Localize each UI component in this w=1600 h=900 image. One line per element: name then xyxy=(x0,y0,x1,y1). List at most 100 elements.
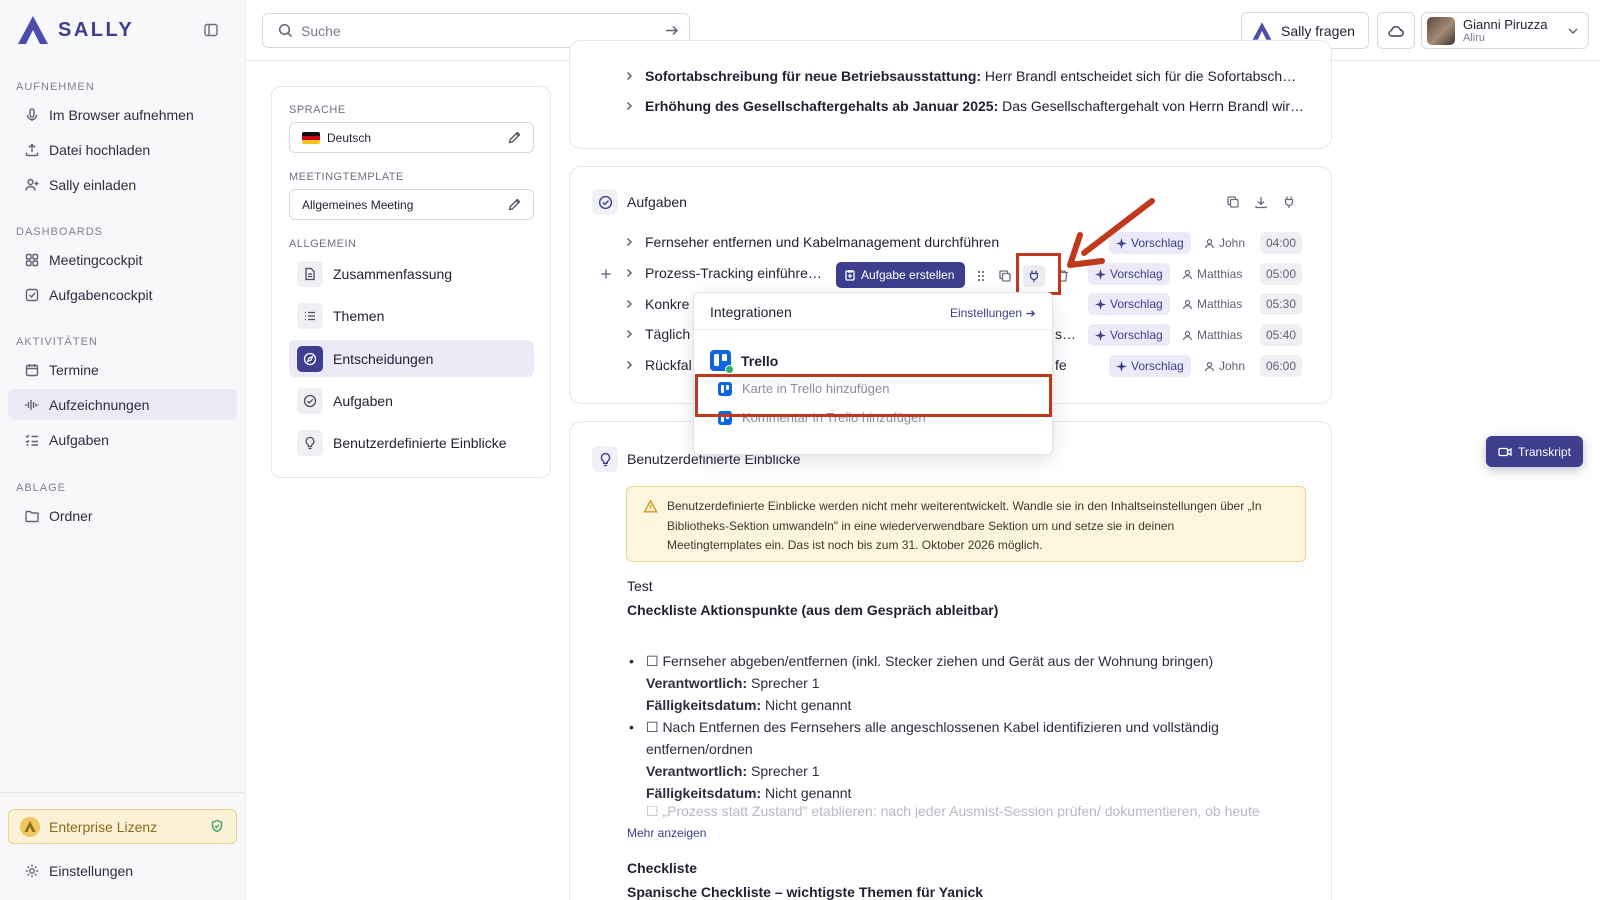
shield-check-icon xyxy=(210,819,224,833)
sidebar-item-label: Sally einladen xyxy=(49,176,137,193)
task-row[interactable]: Prozess-Tracking einführe… xyxy=(623,265,822,281)
sidebar-collapse-icon[interactable] xyxy=(203,22,219,38)
chevron-right-icon xyxy=(623,298,635,310)
template-value: Allgemeines Meeting xyxy=(302,197,414,212)
task-owner: John xyxy=(1204,232,1245,254)
section-item-zusammenfassung[interactable]: Zusammenfassung xyxy=(289,255,534,292)
create-task-button[interactable]: Aufgabe erstellen xyxy=(836,262,965,288)
video-camera-icon xyxy=(1498,446,1512,458)
task-owner: John xyxy=(1204,355,1245,377)
bullet: • xyxy=(629,653,634,669)
sally-logo-icon xyxy=(16,14,50,46)
task-text: Konkre xyxy=(645,296,690,312)
task-row[interactable]: Konkre xyxy=(623,296,689,312)
tasks-toolbar xyxy=(1226,195,1296,209)
chevron-right-icon xyxy=(623,267,635,279)
arrow-right-icon xyxy=(1025,308,1036,319)
annotation-arrow-icon xyxy=(1067,198,1155,268)
sally-logo[interactable]: SALLY xyxy=(16,14,134,46)
checklist-item-text: ☐ Fernseher abgeben/entfernen (inkl. Ste… xyxy=(646,653,1214,669)
transcript-button[interactable]: Transkript xyxy=(1486,436,1583,467)
sidebar-item-ordner[interactable]: Ordner xyxy=(8,500,237,531)
sidebar-item-aufgaben[interactable]: Aufgaben xyxy=(8,424,237,455)
sidebar-item-termine[interactable]: Termine xyxy=(8,354,237,385)
user-info: Gianni Piruzza Aliru xyxy=(1463,17,1548,45)
sidebar-item-browser-recording[interactable]: Im Browser aufnehmen xyxy=(8,99,237,130)
task-row[interactable]: Fernseher entfernen und Kabelmanagement … xyxy=(623,234,999,250)
search-placeholder: Suche xyxy=(301,22,341,39)
gear-icon xyxy=(24,863,40,879)
integrations-settings-label: Einstellungen xyxy=(949,306,1022,320)
sidebar-item-label: Aufgabencockpit xyxy=(49,286,153,303)
sidebar-item-label: Datei hochladen xyxy=(49,141,151,158)
integrations-settings-link[interactable]: Einstellungen xyxy=(950,306,1036,320)
task-text-tail: fe xyxy=(1055,357,1067,373)
check-circle-icon xyxy=(297,387,323,414)
task-row[interactable]: Täglich xyxy=(623,326,690,342)
chevron-right-icon xyxy=(623,236,635,248)
sidebar-item-label: Termine xyxy=(49,361,99,378)
user-menu[interactable]: Gianni Piruzza Aliru xyxy=(1421,12,1589,49)
warning-icon xyxy=(643,499,658,514)
license-badge[interactable]: Enterprise Lizenz xyxy=(8,809,237,844)
plug-icon[interactable] xyxy=(1023,265,1045,287)
sidebar-item-meetingcockpit[interactable]: Meetingcockpit xyxy=(8,244,237,275)
download-icon[interactable] xyxy=(1254,195,1268,209)
checklist-item-text: ☐ Nach Entfernen des Fernsehers alle ang… xyxy=(646,719,1219,735)
license-label: Enterprise Lizenz xyxy=(49,818,158,835)
due-value: Nicht genannt xyxy=(761,785,852,801)
sidebar-item-upload[interactable]: Datei hochladen xyxy=(8,134,237,165)
task-time: 04:00 xyxy=(1260,232,1302,254)
pencil-icon[interactable] xyxy=(507,197,522,212)
section-item-label: Themen xyxy=(333,307,385,324)
add-trello-comment-option[interactable]: Kommentar in Trello hinzufügen xyxy=(718,410,926,425)
user-icon xyxy=(1182,330,1193,341)
task-text-tail: s… xyxy=(1055,326,1076,342)
upload-icon xyxy=(24,142,40,158)
sally-logo-icon xyxy=(1251,21,1273,41)
section-item-themen[interactable]: Themen xyxy=(289,297,534,334)
task-owner-name: John xyxy=(1219,359,1246,373)
section-item-einblicke[interactable]: Benutzerdefinierte Einblicke xyxy=(289,424,534,461)
sidebar-item-invite[interactable]: Sally einladen xyxy=(8,169,237,200)
suggestion-tag: Vorschlag xyxy=(1088,293,1170,315)
decision-title: Sofortabschreibung für neue Betriebsauss… xyxy=(645,68,982,84)
section-title-aufnehmen: AUFNEHMEN xyxy=(16,81,95,93)
decision-row[interactable]: Sofortabschreibung für neue Betriebsauss… xyxy=(623,68,1296,84)
show-more-link[interactable]: Mehr anzeigen xyxy=(627,826,706,840)
lightbulb-icon xyxy=(592,446,618,472)
task-owner-name: Matthias xyxy=(1197,267,1243,281)
user-icon xyxy=(1182,269,1193,280)
plug-icon[interactable] xyxy=(1282,195,1296,209)
plus-icon[interactable] xyxy=(600,268,612,280)
chevron-right-icon xyxy=(623,328,635,340)
copy-icon[interactable] xyxy=(998,269,1012,283)
decision-row[interactable]: Erhöhung des Gesellschaftergehalts ab Ja… xyxy=(623,98,1304,114)
checklist-item-text: ☐ „Prozess statt Zustand" etablieren: na… xyxy=(646,806,1260,818)
pencil-icon[interactable] xyxy=(507,130,522,145)
cloud-button[interactable] xyxy=(1377,12,1415,49)
section-item-entscheidungen[interactable]: Entscheidungen xyxy=(289,340,534,377)
suggestion-tag-label: Vorschlag xyxy=(1110,297,1163,311)
task-time: 05:00 xyxy=(1260,263,1302,285)
due-label: Fälligkeitsdatum: xyxy=(646,785,762,801)
sidebar: SALLY AUFNEHMEN Im Browser aufnehmen Dat… xyxy=(0,0,246,900)
copy-icon[interactable] xyxy=(1226,195,1240,209)
template-select[interactable]: Allgemeines Meeting xyxy=(289,189,534,220)
warning-line: Benutzerdefinierte Einblicke werden nich… xyxy=(667,499,1262,513)
bullet: • xyxy=(629,719,634,735)
arrow-right-icon[interactable] xyxy=(664,23,679,38)
user-icon xyxy=(1204,238,1215,249)
drag-handle-icon[interactable] xyxy=(975,269,987,283)
add-trello-card-option[interactable]: Karte in Trello hinzufügen xyxy=(718,381,889,396)
chevron-down-icon xyxy=(1566,24,1580,38)
sidebar-item-aufzeichnungen[interactable]: Aufzeichnungen xyxy=(8,389,237,420)
task-row[interactable]: Rückfal xyxy=(623,357,692,373)
cloud-icon xyxy=(1387,22,1405,40)
language-select[interactable]: Deutsch xyxy=(289,122,534,153)
sidebar-item-label: Einstellungen xyxy=(49,862,134,879)
section-item-aufgaben[interactable]: Aufgaben xyxy=(289,382,534,419)
tasks-title: Aufgaben xyxy=(627,194,687,210)
sidebar-item-aufgabencockpit[interactable]: Aufgabencockpit xyxy=(8,279,237,310)
sidebar-item-einstellungen[interactable]: Einstellungen xyxy=(8,855,237,886)
